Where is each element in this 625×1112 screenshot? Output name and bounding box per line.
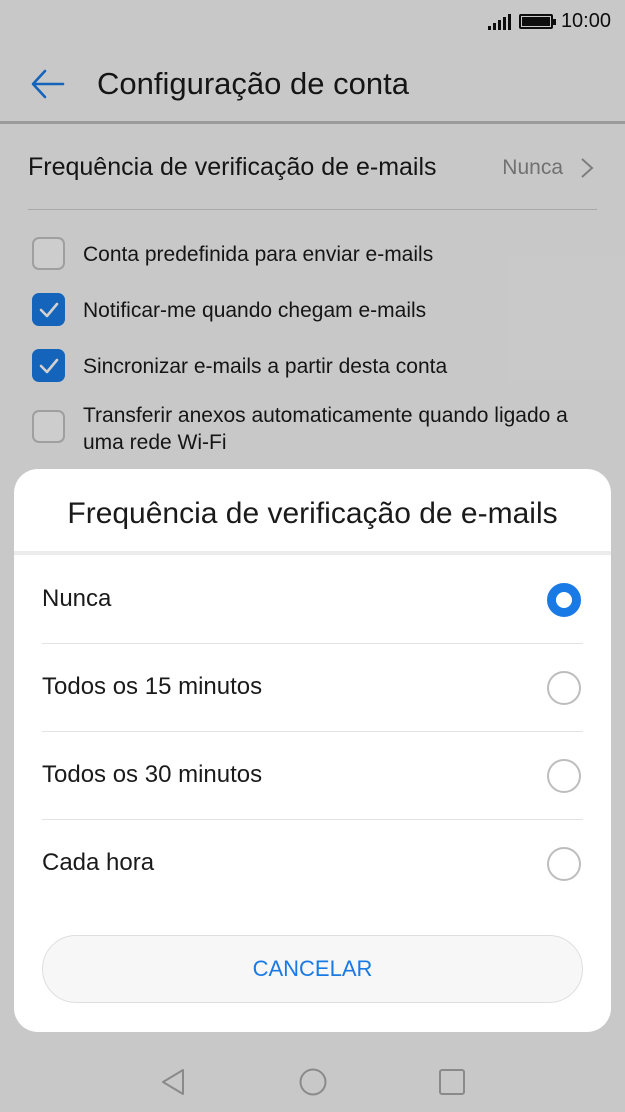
option-30-minutes[interactable]: Todos os 30 minutos xyxy=(42,732,583,820)
radio-button[interactable] xyxy=(547,671,581,705)
option-label: Cada hora xyxy=(42,849,155,876)
nav-recents-icon[interactable] xyxy=(438,1068,466,1096)
nav-back-icon[interactable] xyxy=(160,1068,186,1096)
settings-screen: 10:00 Configuração de conta Frequência d… xyxy=(0,0,625,1112)
option-label: Todos os 30 minutos xyxy=(42,761,263,788)
radio-button[interactable] xyxy=(547,847,581,881)
navigation-bar xyxy=(0,1050,625,1112)
option-never[interactable]: Nunca xyxy=(42,556,583,644)
cancel-button[interactable]: CANCELAR xyxy=(42,935,583,1003)
option-label: Todos os 15 minutos xyxy=(42,673,263,700)
dialog-title: Frequência de verificação de e-mails xyxy=(67,497,558,530)
radio-button[interactable] xyxy=(547,759,581,793)
option-label: Nunca xyxy=(42,585,112,612)
nav-home-icon[interactable] xyxy=(298,1067,328,1097)
frequency-dialog: Frequência de verificação de e-mails Nun… xyxy=(14,469,611,1032)
radio-button[interactable] xyxy=(547,583,581,617)
divider xyxy=(14,551,611,555)
option-15-minutes[interactable]: Todos os 15 minutos xyxy=(42,644,583,732)
option-hourly[interactable]: Cada hora xyxy=(42,820,583,908)
